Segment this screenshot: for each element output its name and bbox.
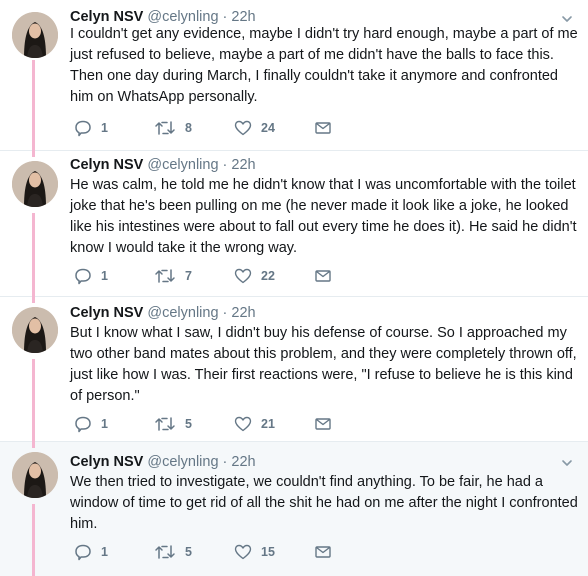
timestamp[interactable]: 22h xyxy=(231,9,255,25)
like-count: 21 xyxy=(261,417,275,431)
tweet-2[interactable]: Celyn NSV @celynling · 22h He was calm, … xyxy=(0,151,588,297)
author-name[interactable]: Celyn NSV xyxy=(70,454,143,470)
thread-line xyxy=(32,359,35,442)
retweet-button[interactable]: 5 xyxy=(154,542,192,562)
like-count: 24 xyxy=(261,121,275,135)
reply-button[interactable]: 1 xyxy=(74,266,108,286)
retweet-count: 5 xyxy=(185,545,192,559)
retweet-icon xyxy=(155,121,175,135)
heart-icon xyxy=(234,544,252,560)
envelope-icon xyxy=(315,122,331,134)
reply-count: 1 xyxy=(101,417,108,431)
tweet-header: Celyn NSV @celynling · 22h xyxy=(70,303,256,323)
thread-line xyxy=(32,297,35,303)
separator: · xyxy=(222,9,228,25)
tweet-actions: 1 7 22 xyxy=(70,266,430,286)
timestamp[interactable]: 22h xyxy=(231,454,255,470)
reply-count: 1 xyxy=(101,269,108,283)
dm-button[interactable] xyxy=(314,266,341,286)
like-count: 15 xyxy=(261,545,275,559)
avatar[interactable] xyxy=(12,307,58,353)
chevron-down-icon[interactable] xyxy=(560,456,574,470)
tweet-1[interactable]: Celyn NSV @celynling · 22h I couldn't ge… xyxy=(0,0,588,151)
separator: · xyxy=(222,157,228,173)
author-name[interactable]: Celyn NSV xyxy=(70,9,143,25)
author-handle[interactable]: @celynling xyxy=(147,305,218,321)
dm-button[interactable] xyxy=(314,542,341,562)
retweet-count: 8 xyxy=(185,121,192,135)
thread-line xyxy=(32,442,35,448)
like-button[interactable]: 24 xyxy=(234,118,275,138)
like-count: 22 xyxy=(261,269,275,283)
tweet-text: He was calm, he told me he didn't know t… xyxy=(70,177,577,256)
retweet-count: 5 xyxy=(185,417,192,431)
author-name[interactable]: Celyn NSV xyxy=(70,305,143,321)
like-button[interactable]: 22 xyxy=(234,266,275,286)
tweet-text: We then tried to investigate, we couldn'… xyxy=(70,474,578,532)
avatar[interactable] xyxy=(12,12,58,58)
tweet-4[interactable]: Celyn NSV @celynling · 22h We then tried… xyxy=(0,442,588,576)
avatar[interactable] xyxy=(12,452,58,498)
tweet-header: Celyn NSV @celynling · 22h xyxy=(70,452,256,472)
dm-button[interactable] xyxy=(314,118,341,138)
separator: · xyxy=(222,454,228,470)
reply-button[interactable]: 1 xyxy=(74,414,108,434)
retweet-icon xyxy=(155,417,175,431)
retweet-button[interactable]: 8 xyxy=(154,118,192,138)
retweet-icon xyxy=(155,545,175,559)
thread-line xyxy=(32,60,35,151)
reply-count: 1 xyxy=(101,121,108,135)
tweet-actions: 1 8 24 xyxy=(70,118,430,138)
tweet-3[interactable]: Celyn NSV @celynling · 22h But I know wh… xyxy=(0,297,588,442)
thread-line xyxy=(32,151,35,157)
envelope-icon xyxy=(315,270,331,282)
retweet-button[interactable]: 5 xyxy=(154,414,192,434)
heart-icon xyxy=(234,268,252,284)
retweet-icon xyxy=(155,269,175,283)
dm-button[interactable] xyxy=(314,414,341,434)
heart-icon xyxy=(234,120,252,136)
tweet-actions: 1 5 15 xyxy=(70,542,430,562)
tweet-text: But I know what I saw, I didn't buy his … xyxy=(70,325,577,404)
like-button[interactable]: 21 xyxy=(234,414,275,434)
reply-icon xyxy=(75,544,91,561)
reply-icon xyxy=(75,416,91,433)
envelope-icon xyxy=(315,418,331,430)
author-name[interactable]: Celyn NSV xyxy=(70,157,143,173)
avatar[interactable] xyxy=(12,161,58,207)
author-handle[interactable]: @celynling xyxy=(147,157,218,173)
heart-icon xyxy=(234,416,252,432)
thread-line xyxy=(32,504,35,576)
reply-count: 1 xyxy=(101,545,108,559)
reply-button[interactable]: 1 xyxy=(74,542,108,562)
tweet-header: Celyn NSV @celynling · 22h xyxy=(70,155,256,175)
like-button[interactable]: 15 xyxy=(234,542,275,562)
tweet-text: I couldn't get any evidence, maybe I did… xyxy=(70,26,578,105)
reply-icon xyxy=(75,268,91,285)
separator: · xyxy=(222,305,228,321)
thread-line xyxy=(32,213,35,297)
reply-button[interactable]: 1 xyxy=(74,118,108,138)
reply-icon xyxy=(75,120,91,137)
timestamp[interactable]: 22h xyxy=(231,305,255,321)
tweet-actions: 1 5 21 xyxy=(70,414,430,434)
retweet-button[interactable]: 7 xyxy=(154,266,192,286)
author-handle[interactable]: @celynling xyxy=(147,454,218,470)
timestamp[interactable]: 22h xyxy=(231,157,255,173)
envelope-icon xyxy=(315,546,331,558)
retweet-count: 7 xyxy=(185,269,192,283)
author-handle[interactable]: @celynling xyxy=(147,9,218,25)
